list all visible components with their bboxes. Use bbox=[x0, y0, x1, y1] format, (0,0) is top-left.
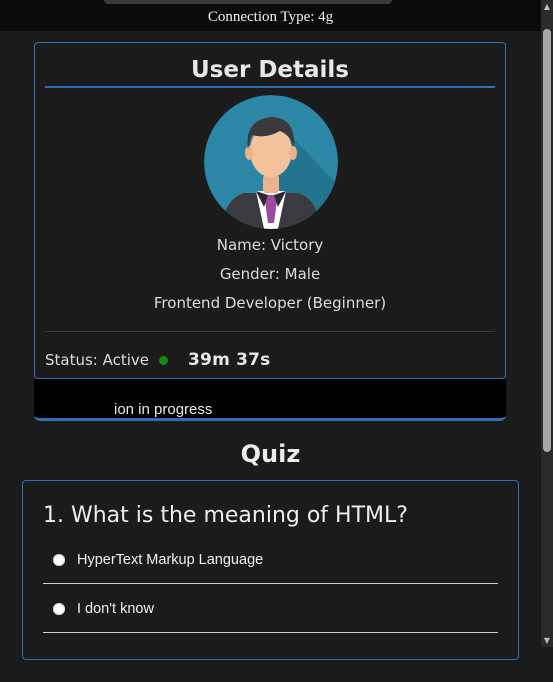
status-text: Status: Active bbox=[45, 351, 150, 369]
progress-text: ion in progress bbox=[114, 401, 213, 418]
radio-button[interactable] bbox=[53, 602, 65, 615]
user-details-card: User Details Name: Victory Gender: Male … bbox=[34, 42, 506, 379]
option-row[interactable] bbox=[43, 634, 498, 682]
scroll-thumb[interactable] bbox=[543, 29, 551, 452]
option-label[interactable]: HyperText Markup Language bbox=[77, 552, 263, 568]
option-label[interactable]: I don't know bbox=[77, 601, 154, 617]
card-divider bbox=[45, 331, 495, 332]
user-details-title: User Details bbox=[45, 55, 495, 88]
question-text: 1. What is the meaning of HTML? bbox=[43, 503, 408, 528]
quiz-card: 1. What is the meaning of HTML? HyperTex… bbox=[22, 480, 519, 660]
progress-banner: ion in progress bbox=[34, 379, 506, 421]
status-indicator-icon bbox=[159, 355, 169, 365]
quiz-title: Quiz bbox=[240, 440, 301, 468]
connection-type-label: Connection Type: 4g bbox=[207, 9, 334, 25]
radio-button[interactable] bbox=[53, 553, 65, 566]
window-notch bbox=[104, 0, 392, 4]
connection-type-bar: Connection Type: 4g bbox=[0, 0, 541, 31]
option-row[interactable]: I don't know bbox=[43, 585, 498, 633]
scrollbar[interactable]: ▲ ▼ bbox=[541, 0, 553, 647]
status-row: Status: Active 39m 37s bbox=[45, 349, 271, 371]
user-gender: Gender: Male bbox=[219, 265, 321, 283]
option-row[interactable]: HyperText Markup Language bbox=[43, 536, 498, 584]
user-avatar-icon bbox=[204, 95, 338, 229]
user-name: Name: Victory bbox=[216, 236, 324, 254]
scroll-up-icon[interactable]: ▲ bbox=[543, 2, 551, 11]
avatar bbox=[204, 95, 338, 229]
user-role: Frontend Developer (Beginner) bbox=[153, 294, 387, 312]
session-timer: 39m 37s bbox=[188, 350, 271, 370]
scroll-down-icon[interactable]: ▼ bbox=[543, 636, 551, 645]
